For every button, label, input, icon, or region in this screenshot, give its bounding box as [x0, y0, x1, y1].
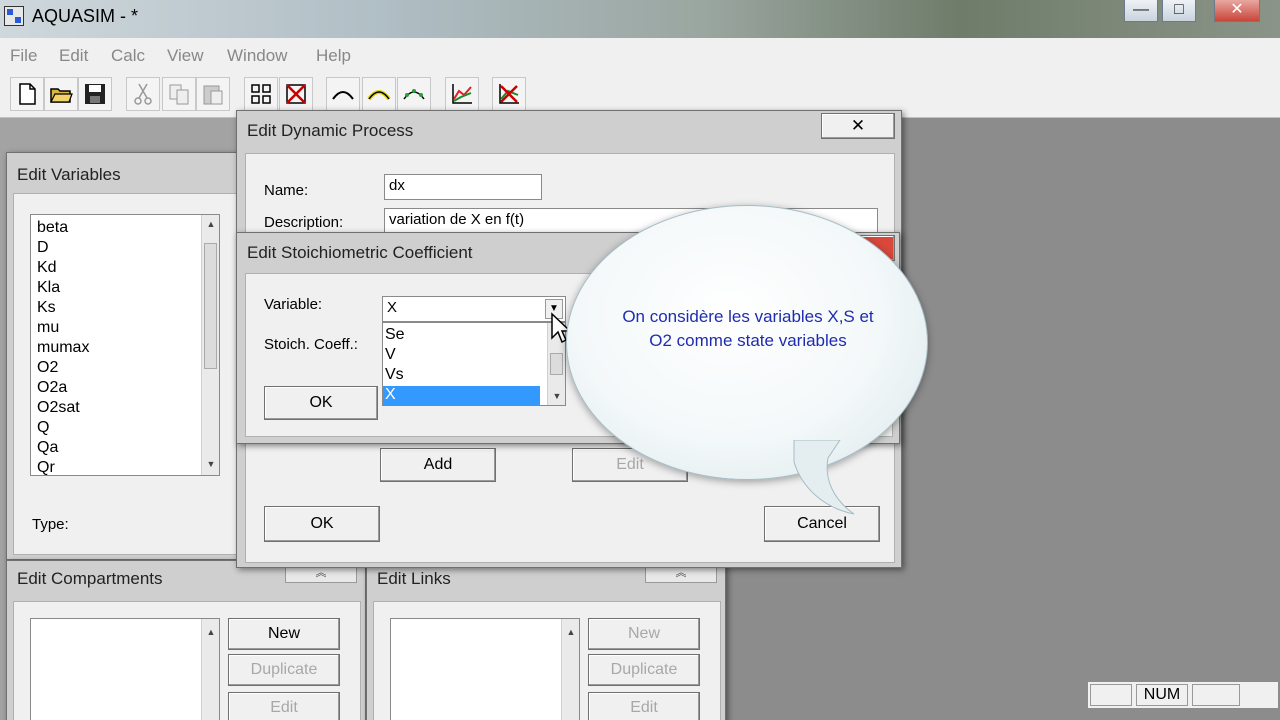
- list-item[interactable]: Ks: [37, 299, 56, 317]
- close-button[interactable]: ✕: [1214, 0, 1260, 22]
- list-item[interactable]: mu: [37, 319, 59, 337]
- links-list[interactable]: ▲: [390, 618, 580, 720]
- status-bar: NUM: [1088, 682, 1278, 708]
- edit-links-panel: ▲ New Duplicate Edit: [373, 601, 721, 720]
- name-label: Name:: [264, 182, 309, 199]
- scroll-up-icon[interactable]: ▲: [205, 219, 217, 229]
- cut-icon[interactable]: [126, 77, 160, 111]
- menu-window[interactable]: Window: [227, 46, 287, 66]
- link-edit-button[interactable]: Edit: [588, 692, 700, 720]
- delete-plot-icon[interactable]: [492, 77, 526, 111]
- list-item[interactable]: O2: [37, 359, 58, 377]
- variable-label: Variable:: [264, 296, 323, 313]
- open-folder-icon[interactable]: [44, 77, 78, 111]
- dialog-close-button[interactable]: ✕: [821, 113, 895, 139]
- maximize-button[interactable]: □: [1162, 0, 1196, 22]
- speech-bubble-text: On considère les variables X,S et O2 com…: [622, 307, 874, 350]
- list-item[interactable]: Kla: [37, 279, 60, 297]
- paste-icon[interactable]: [196, 77, 230, 111]
- list-item[interactable]: beta: [37, 219, 68, 237]
- edit-compartments-title: Edit Compartments: [17, 569, 163, 588]
- stoich-ok-button[interactable]: OK: [264, 386, 378, 420]
- compartments-list[interactable]: ▲: [30, 618, 220, 720]
- minimize-button[interactable]: —: [1124, 0, 1158, 22]
- list-item[interactable]: Qr: [37, 459, 55, 477]
- list-item[interactable]: Q: [37, 419, 49, 437]
- stoich-coeff-label: Stoich. Coeff.:: [264, 336, 358, 353]
- copy-icon[interactable]: [162, 77, 196, 111]
- speech-bubble-tail: [793, 440, 855, 515]
- compartment-edit-button[interactable]: Edit: [228, 692, 340, 720]
- scroll-up-icon[interactable]: ▲: [565, 627, 577, 637]
- status-cell: [1090, 684, 1132, 706]
- dropdown-option[interactable]: Se: [385, 326, 405, 344]
- scroll-thumb[interactable]: [550, 353, 563, 375]
- list-item[interactable]: mumax: [37, 339, 89, 357]
- menu-edit[interactable]: Edit: [59, 46, 88, 66]
- scroll-thumb[interactable]: [204, 243, 217, 369]
- compartments-scrollbar[interactable]: ▲: [201, 619, 219, 720]
- variables-list[interactable]: beta D Kd Kla Ks mu mumax O2 O2a O2sat Q…: [30, 214, 220, 476]
- list-item[interactable]: D: [37, 239, 49, 257]
- grid-icon[interactable]: [244, 77, 278, 111]
- list-item[interactable]: Kd: [37, 259, 57, 277]
- curve-highlight-icon[interactable]: [362, 77, 396, 111]
- curve-icon[interactable]: [326, 77, 360, 111]
- status-cell: [1192, 684, 1240, 706]
- list-item[interactable]: O2a: [37, 379, 67, 397]
- compartment-new-button[interactable]: New: [228, 618, 340, 650]
- variables-scrollbar[interactable]: ▲ ▼: [201, 215, 219, 475]
- description-label: Description:: [264, 214, 344, 231]
- list-item[interactable]: O2sat: [37, 399, 80, 417]
- edit-variables-panel: beta D Kd Kla Ks mu mumax O2 O2a O2sat Q…: [13, 193, 253, 555]
- edit-compartments-panel: ▲ New Duplicate Edit: [13, 601, 361, 720]
- menu-help[interactable]: Help: [316, 46, 351, 66]
- variable-selected-value: X: [387, 299, 398, 316]
- name-field[interactable]: dx: [384, 174, 542, 200]
- edit-links-title: Edit Links: [377, 569, 451, 588]
- compartment-duplicate-button[interactable]: Duplicate: [228, 654, 340, 686]
- scroll-down-icon[interactable]: ▼: [205, 459, 217, 469]
- curve-points-icon[interactable]: [397, 77, 431, 111]
- stoich-title: Edit Stoichiometric Coefficient: [247, 243, 473, 262]
- variable-select[interactable]: X ▼: [382, 296, 566, 322]
- dropdown-option[interactable]: V: [385, 346, 396, 364]
- plot-icon[interactable]: [445, 77, 479, 111]
- edit-compartments-window: Edit Compartments ︽ ▲ New Duplicate Edit: [6, 560, 366, 720]
- scroll-down-icon[interactable]: ▼: [551, 391, 563, 401]
- add-button[interactable]: Add: [380, 448, 496, 482]
- links-scrollbar[interactable]: ▲: [561, 619, 579, 720]
- num-lock-indicator: NUM: [1136, 684, 1188, 706]
- app-icon: [4, 6, 24, 26]
- delete-grid-icon[interactable]: [279, 77, 313, 111]
- scroll-up-icon[interactable]: ▲: [205, 627, 217, 637]
- app-title: AQUASIM - *: [32, 6, 139, 26]
- edit-links-window: Edit Links ︽ ▲ New Duplicate Edit: [366, 560, 726, 720]
- edit-variables-title: Edit Variables: [17, 165, 121, 184]
- dynamic-process-title: Edit Dynamic Process: [247, 121, 414, 140]
- link-duplicate-button[interactable]: Duplicate: [588, 654, 700, 686]
- menu-file[interactable]: File: [10, 46, 37, 66]
- new-file-icon[interactable]: [10, 77, 44, 111]
- menu-bar: File Edit Calc View Window Help: [0, 38, 1280, 72]
- link-new-button[interactable]: New: [588, 618, 700, 650]
- dropdown-option-selected[interactable]: X: [383, 386, 540, 406]
- title-bar: AQUASIM - * — □ ✕: [0, 0, 1280, 38]
- edit-variables-window: Edit Variables beta D Kd Kla Ks mu mumax…: [6, 152, 256, 560]
- type-label: Type:: [32, 516, 69, 533]
- save-icon[interactable]: [78, 77, 112, 111]
- dropdown-option[interactable]: Vs: [385, 366, 404, 384]
- menu-view[interactable]: View: [167, 46, 204, 66]
- list-item[interactable]: Qa: [37, 439, 58, 457]
- menu-calc[interactable]: Calc: [111, 46, 145, 66]
- variable-dropdown-list[interactable]: Se V Vs X ▼: [382, 322, 566, 406]
- process-ok-button[interactable]: OK: [264, 506, 380, 542]
